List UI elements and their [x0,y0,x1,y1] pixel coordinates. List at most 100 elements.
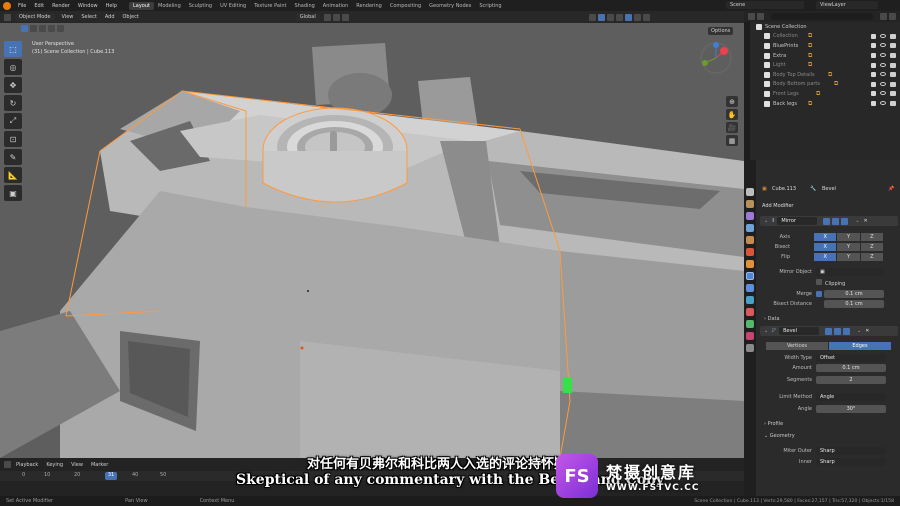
mirror-name-field[interactable]: Mirror [777,217,818,225]
outliner-root[interactable]: Scene Collection [750,22,900,32]
rotate-tool-icon[interactable]: ↻ [4,95,22,111]
pin-icon[interactable]: 📌 [888,186,894,192]
outliner-item[interactable]: Body Top Details ⧉ [750,70,900,80]
modifier-tab-icon[interactable] [746,272,754,280]
camera-icon[interactable] [890,81,896,87]
close-icon[interactable]: ✕ [865,328,869,334]
flip-x[interactable]: X [814,252,837,261]
solid-shading-icon[interactable] [624,13,632,21]
visibility-icon[interactable] [588,13,596,21]
pan-hand-icon[interactable]: ✋ [726,109,738,120]
bevel-modifier-header[interactable]: ⌄ ◸ Bevel ⌄ ✕ [760,326,898,336]
3d-viewport[interactable]: Object Mode View Select Add Object Globa… [0,11,744,458]
outliner-editor-icon[interactable] [748,13,755,20]
physics-tab-icon[interactable] [746,296,754,304]
eye-icon[interactable] [880,81,886,86]
camera-icon[interactable] [890,91,896,97]
select-intersect-icon[interactable] [57,25,64,32]
overlay-icon[interactable] [606,13,614,21]
axis-y[interactable]: Y [837,232,860,241]
view-menu[interactable]: View [58,13,78,21]
chevron-down-icon[interactable]: ⌄ [764,328,768,334]
include-checkbox[interactable] [871,43,876,49]
limit-method-dropdown[interactable]: Angle [816,392,886,401]
tab-rendering[interactable]: Rendering [352,2,386,10]
editor-type-icon[interactable] [4,13,11,21]
select-box-tool-icon[interactable]: ⬚ [4,41,22,57]
eye-icon[interactable] [880,62,886,67]
bisect-y[interactable]: Y [837,242,860,251]
camera-icon[interactable] [890,101,896,107]
cursor-tool-icon[interactable]: ◎ [4,59,22,75]
eye-icon[interactable] [880,43,886,48]
edges-tab[interactable]: Edges [829,341,891,350]
object-menu[interactable]: Object [119,13,143,21]
tab-geometry-nodes[interactable]: Geometry Nodes [425,2,475,10]
include-checkbox[interactable] [871,72,876,78]
include-checkbox[interactable] [871,33,876,39]
mirror-modifier-header[interactable]: ⌄ ⫴ Mirror ⌄ ✕ [760,216,898,226]
move-tool-icon[interactable]: ✥ [4,77,22,93]
material-tab-icon[interactable] [746,332,754,340]
proportional-edit-icon[interactable] [341,13,349,21]
tab-scripting[interactable]: Scripting [475,2,505,10]
flip-y[interactable]: Y [837,252,860,261]
camera-view-icon[interactable]: 🎥 [726,122,738,133]
output-tab-icon[interactable] [746,212,754,220]
tab-texture-paint[interactable]: Texture Paint [250,2,290,10]
select-new-icon[interactable] [21,25,28,32]
menu-render[interactable]: Render [48,3,74,9]
menu-help[interactable]: Help [102,3,121,9]
eye-icon[interactable] [880,53,886,58]
outliner-search-input[interactable] [771,13,873,20]
segments-value[interactable]: 2 [816,375,886,384]
outliner-item[interactable]: Back legs ⧉ [750,99,900,109]
filter-icon[interactable] [880,13,887,20]
width-type-dropdown[interactable]: Offset [816,353,886,362]
blender-logo-icon[interactable] [3,1,11,10]
transform-tool-icon[interactable]: ⊡ [4,131,22,147]
outliner-item[interactable]: Collection ⧉ [750,32,900,42]
scene-tab-icon[interactable] [746,236,754,244]
merge-checkbox[interactable] [816,290,822,297]
world-tab-icon[interactable] [746,248,754,256]
scale-tool-icon[interactable]: ⤢ [4,113,22,129]
dropdown-icon[interactable]: ⌄ [857,328,861,334]
rendered-shading-icon[interactable] [642,13,650,21]
amount-value[interactable]: 0.1 cm [816,363,886,372]
chevron-down-icon[interactable]: ⌄ [764,218,768,224]
new-collection-icon[interactable] [889,13,896,20]
material-shading-icon[interactable] [633,13,641,21]
data-subpanel[interactable]: › Data [764,316,780,322]
data-tab-icon[interactable] [746,320,754,328]
render-toggle-icon[interactable] [841,217,849,225]
gizmo-toggle-icon[interactable] [597,13,605,21]
include-checkbox[interactable] [871,91,876,97]
viewport-toggle-icon[interactable] [832,217,840,225]
eye-icon[interactable] [880,101,886,106]
select-invert-icon[interactable] [48,25,55,32]
include-checkbox[interactable] [871,53,876,59]
outliner-item[interactable]: Front Legs ⧉ [750,89,900,99]
merge-value[interactable]: 0.1 cm [824,289,884,298]
axis-x[interactable]: X [814,232,837,241]
camera-icon[interactable] [890,33,896,39]
camera-icon[interactable] [890,72,896,78]
edit-mode-toggle-icon[interactable] [823,217,831,225]
tab-shading[interactable]: Shading [290,2,318,10]
zoom-icon[interactable]: ⊕ [726,96,738,107]
options-dropdown[interactable]: Options [708,27,734,35]
particles-tab-icon[interactable] [746,284,754,292]
axis-z[interactable]: Z [860,232,883,241]
texture-tab-icon[interactable] [746,344,754,352]
annotate-tool-icon[interactable]: ✎ [4,149,22,165]
outliner-item[interactable]: Body Bottom parts ⧉ [750,80,900,90]
outliner-item[interactable]: BluePrints ⧉ [750,41,900,51]
viewport-toggle-icon[interactable] [834,327,842,335]
close-icon[interactable]: ✕ [864,218,868,224]
tool-tab-icon[interactable] [746,188,754,196]
menu-file[interactable]: File [14,3,30,9]
camera-icon[interactable] [890,62,896,68]
xray-icon[interactable] [615,13,623,21]
view-layer-tab-icon[interactable] [746,224,754,232]
